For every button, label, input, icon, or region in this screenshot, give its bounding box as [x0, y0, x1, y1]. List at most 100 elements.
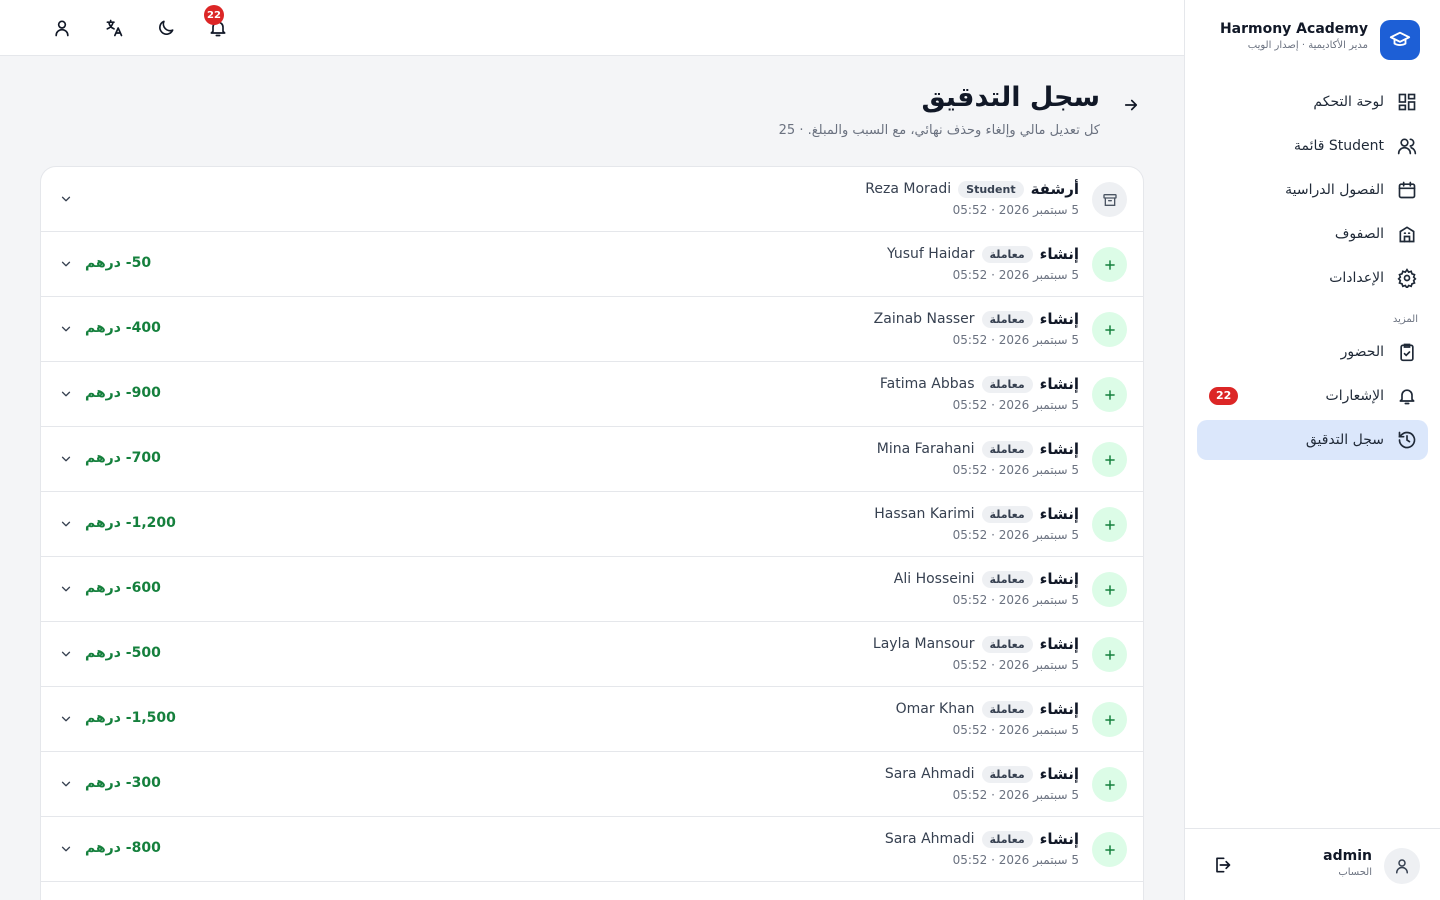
chevron-down-icon[interactable]: [58, 516, 74, 532]
log-subject-name: Reza Moradi: [865, 181, 952, 197]
sidebar-section-more: المزيد: [1392, 314, 1418, 325]
sidebar-item-classes[interactable]: الصفوف: [1197, 214, 1428, 254]
gear-icon: [1396, 267, 1418, 289]
language-button[interactable]: [102, 16, 126, 40]
sidebar-item-dashboard[interactable]: لوحة التحكم: [1197, 82, 1428, 122]
chevron-down-icon[interactable]: [58, 646, 74, 662]
chevron-down-icon[interactable]: [58, 581, 74, 597]
sidebar-item-audit-log[interactable]: سجل التدقيق: [1197, 420, 1428, 460]
bell-icon: [1396, 385, 1418, 407]
log-amount: 900- درهم: [85, 385, 161, 401]
sidebar-item-label: قائمة Student: [1293, 138, 1384, 154]
logout-button[interactable]: [1211, 854, 1233, 876]
log-timestamp: 5 سبتمبر 2026 · 05:52: [952, 723, 1079, 737]
log-entity-tag: معاملة: [981, 700, 1033, 718]
audit-log-list: أرشفة Student Reza Moradi 5 سبتمبر 2026 · 0…: [40, 166, 1144, 900]
log-timestamp: 5 سبتمبر 2026 · 05:52: [952, 788, 1079, 802]
log-entity-tag: معاملة: [981, 635, 1033, 653]
chevron-down-icon[interactable]: [58, 191, 74, 207]
audit-log-row[interactable]: أرشفة Student Reza Moradi 5 سبتمبر 2026 · 0…: [41, 167, 1143, 232]
sidebar-item-label: الإشعارات: [1325, 388, 1384, 404]
log-action: إنشاء: [1039, 310, 1079, 328]
audit-log-row[interactable]: إنشاء معاملة Hassan Karimi 5 سبتمبر 2026 · …: [41, 492, 1143, 557]
calendar-icon: [1396, 179, 1418, 201]
log-action: إنشاء: [1039, 570, 1079, 588]
profile-button[interactable]: [50, 16, 74, 40]
log-action: إنشاء: [1039, 830, 1079, 848]
log-timestamp: 5 سبتمبر 2026 · 05:52: [952, 528, 1079, 542]
chevron-down-icon[interactable]: [58, 776, 74, 792]
sidebar-item-students[interactable]: قائمة Student: [1197, 126, 1428, 166]
chevron-down-icon[interactable]: [58, 386, 74, 402]
sidebar-item-attendance[interactable]: الحضور: [1197, 332, 1428, 372]
sidebar-item-label: الإعدادات: [1329, 270, 1384, 286]
sidebar-item-label: لوحة التحكم: [1313, 94, 1384, 110]
plus-icon: [1092, 702, 1127, 737]
audit-log-row[interactable]: إنشاء معاملة Sara Ahmadi 5 سبتمبر 2026 · 05…: [41, 817, 1143, 882]
log-subject-name: Omar Khan: [895, 701, 975, 717]
sidebar-item-notifications[interactable]: 22 الإشعارات: [1197, 376, 1428, 416]
sidebar: Harmony Academy مدير الأكاديمية · إصدار …: [1184, 0, 1440, 900]
audit-log-row[interactable]: إنشاء معاملة Fatima Abbas 5 سبتمبر 2026 · 0…: [41, 362, 1143, 427]
chevron-down-icon[interactable]: [58, 256, 74, 272]
log-action: إنشاء: [1039, 505, 1079, 523]
log-timestamp: 5 سبتمبر 2026 · 05:52: [952, 853, 1079, 867]
moon-icon: [159, 20, 174, 35]
account-name: admin: [1323, 848, 1372, 864]
back-button[interactable]: [1120, 94, 1142, 116]
brand: Harmony Academy مدير الأكاديمية · إصدار …: [1201, 20, 1420, 60]
dashboard-icon: [1396, 91, 1418, 113]
chevron-down-icon[interactable]: [58, 841, 74, 857]
notifications-count-badge: 22: [1209, 387, 1239, 405]
arrow-right-icon: [1124, 99, 1138, 111]
audit-log-row[interactable]: إنشاء معاملة Mina Farahani 5 سبتمبر 2026 · …: [41, 427, 1143, 492]
audit-log-row[interactable]: إنشاء معاملة Zainab Nasser 5 سبتمبر 2026 · …: [41, 297, 1143, 362]
sidebar-item-settings[interactable]: الإعدادات: [1197, 258, 1428, 298]
page-header: سجل التدقيق كل تعديل مالي وإلغاء وحذف نه…: [779, 82, 1100, 138]
log-subject-name: Zainab Nasser: [873, 311, 975, 327]
plus-icon: [1092, 832, 1127, 867]
sidebar-item-label: الحضور: [1340, 344, 1384, 360]
plus-icon: [1092, 442, 1127, 477]
chevron-down-icon[interactable]: [58, 711, 74, 727]
sidebar-item-label: الفصول الدراسية: [1285, 182, 1384, 198]
page-subtitle: كل تعديل مالي وإلغاء وحذف نهائي، مع السب…: [778, 123, 1100, 138]
log-timestamp: 5 سبتمبر 2026 · 05:52: [952, 658, 1079, 672]
sidebar-item-terms[interactable]: الفصول الدراسية: [1197, 170, 1428, 210]
dark-mode-toggle[interactable]: [154, 16, 178, 40]
brand-logo: [1380, 20, 1420, 60]
avatar[interactable]: [1384, 848, 1420, 884]
translate-icon: [106, 19, 123, 37]
account-role: الحساب: [1338, 867, 1372, 878]
notifications-button[interactable]: 22: [204, 5, 230, 40]
audit-log-row[interactable]: إنشاء معاملة Ali Hosseini 5 سبتمبر 2026 · 0…: [41, 557, 1143, 622]
top-bar: 22: [0, 0, 1184, 56]
plus-icon: [1092, 767, 1127, 802]
users-icon: [1396, 135, 1418, 157]
audit-log-row[interactable]: إنشاء معاملة Layla Mansour 5 سبتمبر 2026 · …: [41, 622, 1143, 687]
log-subject-name: Layla Mansour: [872, 636, 975, 652]
audit-log-row[interactable]: إنشاء معاملة Yusuf Haidar 5 سبتمبر 2026 · 0…: [41, 232, 1143, 297]
building-icon: [1396, 223, 1418, 245]
log-action: إنشاء: [1039, 440, 1079, 458]
plus-icon: [1092, 312, 1127, 347]
audit-log-row[interactable]: إنشاء معاملة Sara Ahmadi 5 سبتمبر 2026 · 05…: [41, 752, 1143, 817]
log-subject-name: Ali Hosseini: [893, 571, 975, 587]
archive-icon: [1092, 182, 1127, 217]
sidebar-nav: لوحة التحكم قائمة Student الفصول الدراسي…: [1197, 82, 1428, 464]
log-amount: 1,200- درهم: [85, 515, 176, 531]
chevron-down-icon[interactable]: [58, 321, 74, 337]
log-action: إنشاء: [1039, 375, 1079, 393]
log-subject-name: Sara Ahmadi: [884, 766, 975, 782]
log-amount: 600- درهم: [85, 580, 161, 596]
user-icon: [1396, 859, 1408, 874]
plus-icon: [1092, 247, 1127, 282]
logout-icon: [1216, 857, 1231, 873]
sidebar-item-label: الصفوف: [1334, 226, 1384, 242]
plus-icon: [1092, 637, 1127, 672]
log-subject-name: Hassan Karimi: [874, 506, 975, 522]
log-amount: 500- درهم: [85, 645, 161, 661]
audit-log-row[interactable]: إنشاء معاملة Omar Khan 5 سبتمبر 2026 · 05:5…: [41, 687, 1143, 752]
chevron-down-icon[interactable]: [58, 451, 74, 467]
log-action: إنشاء: [1039, 765, 1079, 783]
